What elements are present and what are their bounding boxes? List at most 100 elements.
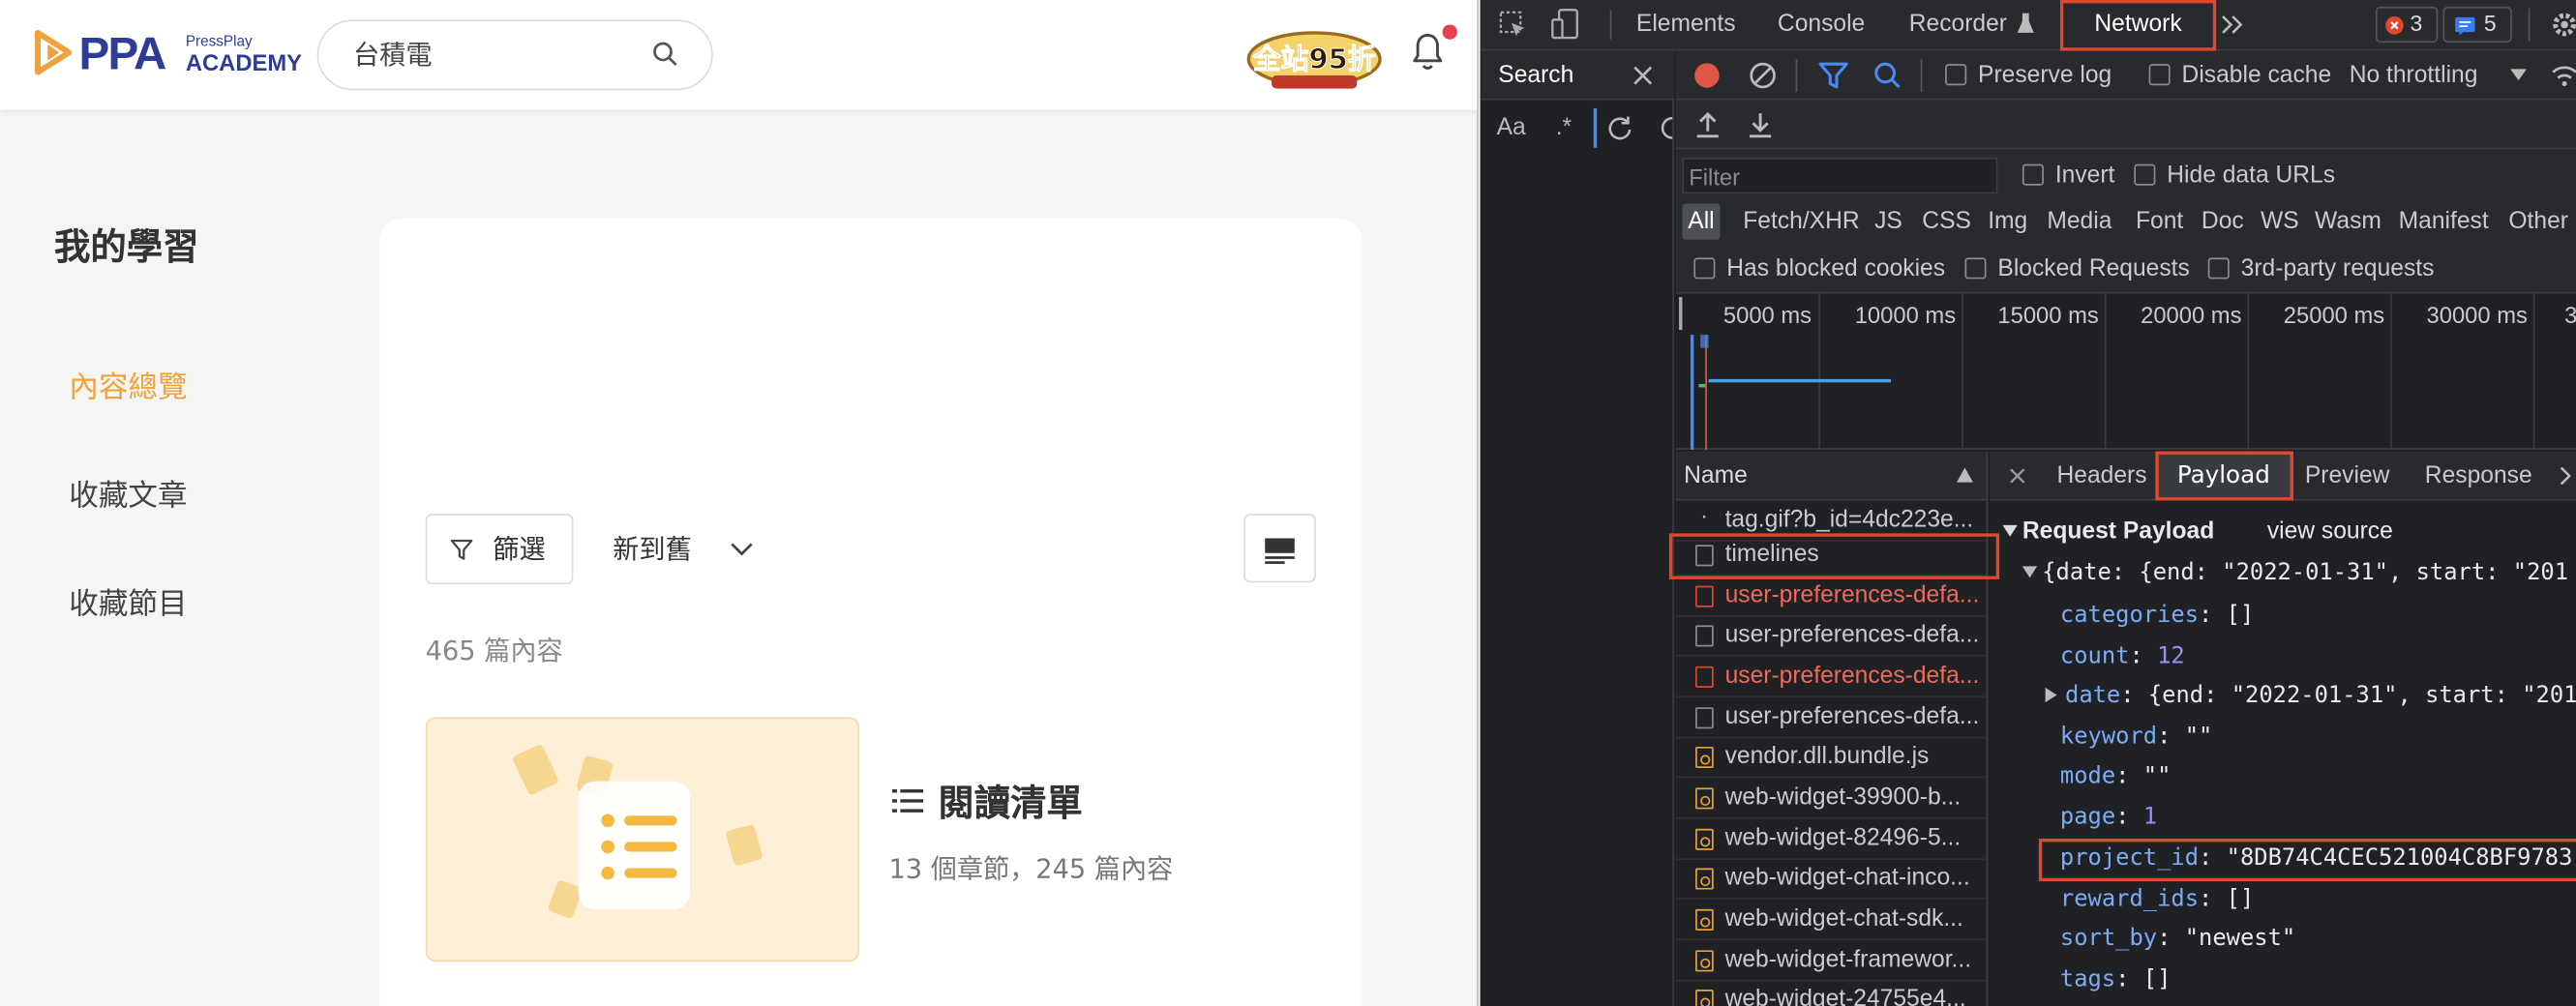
scaled-canvas: PPA PressPlay ACADEMY 台積電 全站95折 我的學習 內容總…	[0, 0, 2576, 1006]
preserve-log-checkbox[interactable]	[1945, 64, 1967, 86]
close-detail-icon[interactable]	[2009, 468, 2025, 485]
tab-response[interactable]: Response	[2425, 461, 2532, 491]
expand-triangle-icon[interactable]	[2022, 565, 2038, 579]
reading-list-thumbnail[interactable]	[425, 717, 859, 962]
search-tab-label[interactable]: Search	[1498, 61, 1573, 91]
request-row[interactable]: web-widget-framewor...	[1675, 940, 1987, 982]
regex-toggle[interactable]: .*	[1556, 113, 1572, 143]
network-toolbar: Preserve log Disable cache No throttling	[1675, 50, 2576, 101]
request-row[interactable]: web-widget-39900-b...	[1675, 778, 1987, 819]
payload-key: keyword	[2059, 724, 2158, 751]
tab-recorder[interactable]: Recorder	[1909, 10, 2007, 40]
tab-elements[interactable]: Elements	[1636, 10, 1736, 40]
sidebar-item-overview[interactable]: 內容總覽	[69, 370, 187, 409]
reading-list-title[interactable]: 閱讀清單	[938, 783, 1082, 829]
record-icon[interactable]	[1692, 61, 1722, 91]
sort-dropdown[interactable]: 新到舊	[613, 533, 692, 566]
search-box[interactable]: 台積電	[316, 19, 713, 91]
search-cursor[interactable]	[1593, 107, 1598, 148]
filter-icon[interactable]	[1818, 62, 1848, 89]
filter-button[interactable]: 篩選	[425, 514, 574, 584]
type-media[interactable]: Media	[2047, 207, 2112, 237]
more-tabs-icon[interactable]	[2221, 15, 2244, 34]
device-toolbar-icon[interactable]	[1551, 8, 1581, 41]
type-other[interactable]: Other	[2508, 207, 2568, 237]
sidebar-item-saved-articles[interactable]: 收藏文章	[69, 478, 187, 518]
type-wasm[interactable]: Wasm	[2315, 207, 2381, 237]
tab-payload[interactable]: Payload	[2155, 451, 2293, 501]
timeline-gridline	[1818, 293, 1821, 450]
type-manifest[interactable]: Manifest	[2399, 207, 2489, 237]
request-row[interactable]: web-widget-82496-5...	[1675, 819, 1987, 861]
network-timeline[interactable]: 5000 ms 10000 ms 15000 ms 20000 ms 25000…	[1675, 293, 2576, 450]
close-icon[interactable]	[1632, 64, 1655, 87]
invert-checkbox[interactable]	[2022, 163, 2044, 186]
chevron-down-icon[interactable]	[730, 538, 754, 559]
promo-banner[interactable]: 全站95折	[1242, 16, 1386, 92]
bell-icon[interactable]	[1408, 30, 1448, 73]
match-case-toggle[interactable]: Aa	[1497, 113, 1526, 143]
tab-network[interactable]: Network	[2059, 0, 2217, 51]
funnel-icon	[450, 539, 473, 560]
request-row[interactable]: user-preferences-defa...	[1675, 697, 1987, 739]
gear-icon[interactable]	[2550, 10, 2576, 40]
type-img[interactable]: Img	[1988, 207, 2027, 237]
disable-cache-checkbox[interactable]	[2148, 64, 2171, 86]
type-all[interactable]: All	[1682, 203, 1721, 240]
type-font[interactable]: Font	[2136, 207, 2183, 237]
collapsed-triangle-icon[interactable]	[2044, 687, 2057, 703]
tab-preview[interactable]: Preview	[2305, 461, 2390, 491]
expand-triangle-icon[interactable]	[2002, 523, 2018, 538]
refresh-icon[interactable]	[1606, 115, 1632, 141]
search-input[interactable]: 台積電	[353, 40, 433, 73]
third-party-checkbox[interactable]	[2207, 257, 2230, 280]
caret-down-icon[interactable]	[2510, 69, 2528, 82]
request-row[interactable]: web-widget-chat-inco...	[1675, 858, 1987, 900]
filter-input[interactable]: Filter	[1682, 157, 1998, 194]
upload-icon[interactable]	[1695, 111, 1720, 138]
timeline-gridline	[2104, 293, 2107, 450]
request-row[interactable]: web-widget-chat-sdk...	[1675, 900, 1987, 941]
blocked-requests-checkbox[interactable]	[1964, 257, 1987, 280]
error-icon	[2385, 15, 2404, 35]
hide-data-urls-label: Hide data URLs	[2167, 162, 2336, 190]
type-ws[interactable]: WS	[2261, 207, 2299, 237]
has-blocked-cookies-checkbox[interactable]	[1693, 257, 1716, 280]
request-row[interactable]: vendor.dll.bundle.js	[1675, 737, 1987, 779]
request-row[interactable]: web-widget-24755e4...	[1676, 980, 1987, 1006]
download-icon[interactable]	[1748, 111, 1772, 138]
error-badge[interactable]: 3	[2375, 6, 2439, 44]
payload-line: count: 12	[2059, 643, 2185, 670]
clear-icon[interactable]	[1748, 61, 1778, 91]
sidebar-item-saved-shows[interactable]: 收藏節目	[69, 586, 187, 626]
message-badge[interactable]: 5	[2442, 6, 2512, 44]
request-row[interactable]: user-preferences-defa...	[1675, 615, 1987, 657]
throttling-select[interactable]: No throttling	[2350, 61, 2478, 91]
wifi-icon[interactable]	[2552, 64, 2576, 87]
payload-key: mode	[2059, 762, 2116, 790]
view-source-link[interactable]: view source	[2267, 517, 2393, 547]
payload-value: []	[2142, 966, 2172, 993]
clear-search-icon[interactable]	[1661, 116, 1674, 139]
tab-payload-label: Payload	[2176, 462, 2270, 489]
type-doc[interactable]: Doc	[2202, 207, 2244, 237]
logo-small: PressPlay	[185, 32, 253, 49]
search-icon[interactable]	[652, 41, 678, 67]
ppa-logo[interactable]: PPA PressPlay ACADEMY	[33, 28, 313, 80]
timeline-bar	[1708, 378, 1892, 383]
view-toggle-button[interactable]	[1243, 514, 1316, 583]
tab-headers[interactable]: Headers	[2057, 461, 2147, 491]
request-row[interactable]: user-preferences-defa...	[1675, 577, 1987, 617]
search-network-icon[interactable]	[1872, 61, 1902, 91]
type-js[interactable]: JS	[1874, 207, 1902, 237]
tab-console[interactable]: Console	[1778, 10, 1865, 40]
tab-network-label: Network	[2094, 11, 2182, 39]
name-column-header[interactable]: Name	[1675, 451, 1987, 501]
hide-data-urls-checkbox[interactable]	[2134, 163, 2156, 186]
inspect-element-icon[interactable]	[1498, 10, 1528, 40]
type-fetch-xhr[interactable]: Fetch/XHR	[1743, 207, 1859, 237]
type-css[interactable]: CSS	[1922, 207, 1971, 237]
sort-asc-icon[interactable]	[1956, 467, 1973, 483]
more-detail-tabs-icon[interactable]	[2560, 466, 2576, 486]
request-row[interactable]: user-preferences-defa...	[1675, 657, 1987, 698]
